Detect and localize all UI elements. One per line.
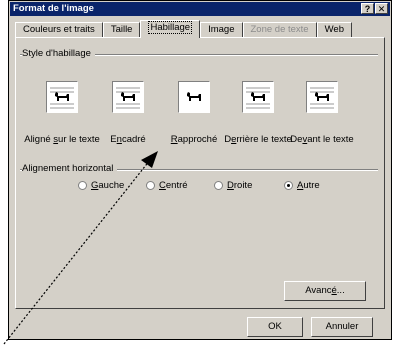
pointer-arrow (3, 151, 158, 345)
tab-habillage[interactable]: Habillage (140, 20, 201, 38)
arrow-dotted-line (3, 159, 151, 345)
arrow-head (141, 151, 158, 168)
tab-habillage-label: Habillage (148, 21, 193, 34)
